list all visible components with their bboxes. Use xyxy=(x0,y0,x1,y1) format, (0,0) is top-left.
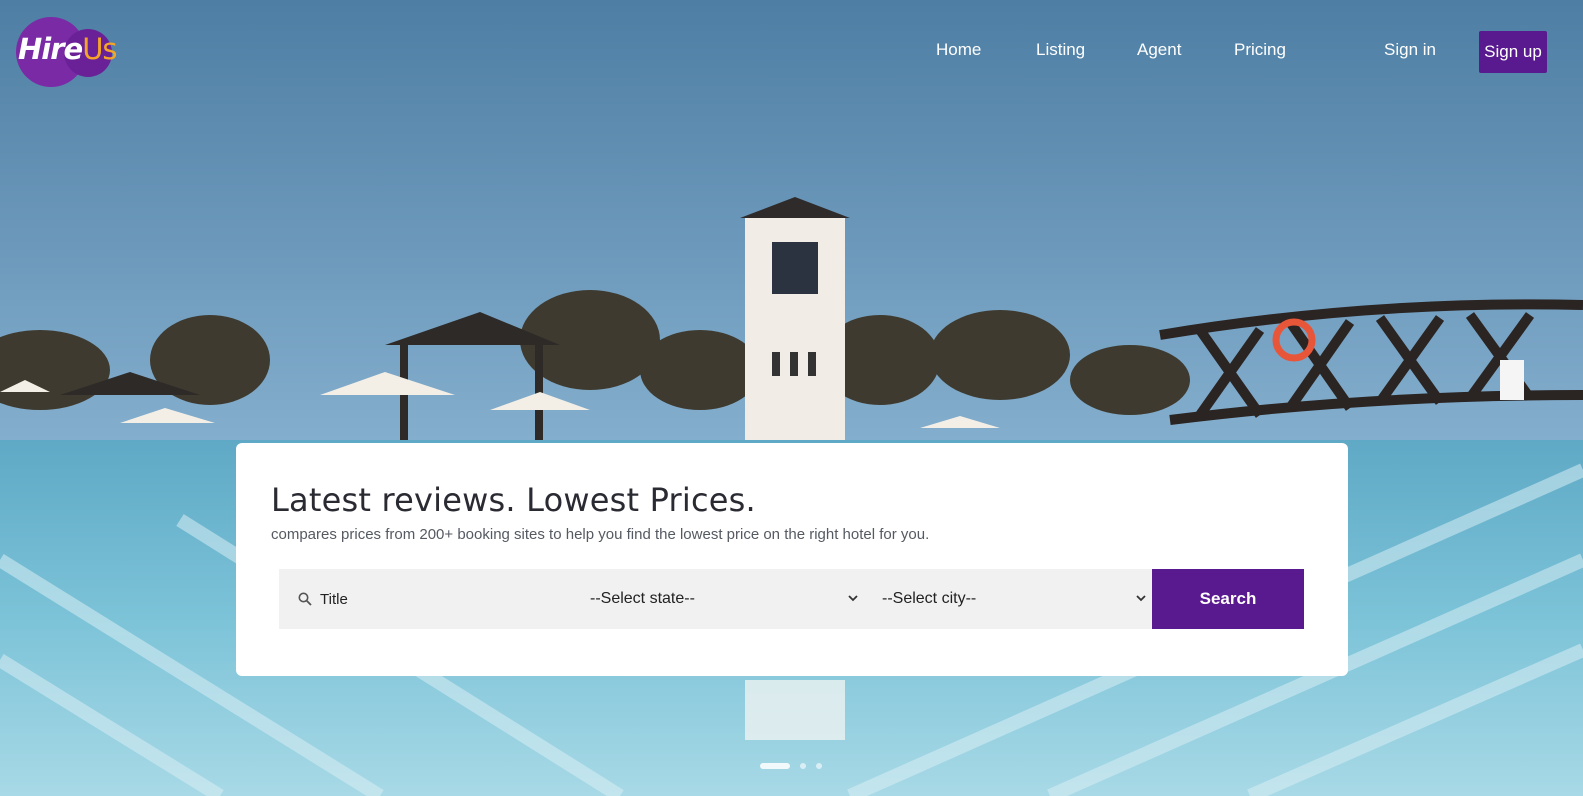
title-input[interactable]: Title xyxy=(279,569,569,629)
search-bar: Title --Select state-- --Select city-- S… xyxy=(279,569,1304,629)
city-select[interactable]: --Select city-- xyxy=(882,569,1148,629)
search-button[interactable]: Search xyxy=(1152,569,1304,629)
hero-subheadline: compares prices from 200+ booking sites … xyxy=(271,526,930,543)
search-icon xyxy=(298,592,312,606)
city-select-value: --Select city-- xyxy=(882,590,977,607)
nav-link-listing[interactable]: Listing xyxy=(1036,40,1085,60)
state-select[interactable]: --Select state-- xyxy=(590,569,860,629)
nav-link-agent[interactable]: Agent xyxy=(1137,40,1181,60)
search-card: Latest reviews. Lowest Prices. compares … xyxy=(236,443,1348,676)
signin-link[interactable]: Sign in xyxy=(1384,40,1436,60)
main-navigation: Home Listing Agent Pricing Sign in Sign … xyxy=(0,0,1583,100)
carousel-dot[interactable] xyxy=(760,763,790,769)
nav-link-home[interactable]: Home xyxy=(936,40,981,60)
state-select-value: --Select state-- xyxy=(590,590,695,607)
carousel-dot[interactable] xyxy=(800,763,806,769)
hero-image xyxy=(0,0,1583,796)
hero-headline: Latest reviews. Lowest Prices. xyxy=(271,481,756,519)
signup-button[interactable]: Sign up xyxy=(1479,31,1547,73)
chevron-down-icon xyxy=(848,595,858,602)
nav-link-pricing[interactable]: Pricing xyxy=(1234,40,1286,60)
carousel-dot[interactable] xyxy=(816,763,822,769)
chevron-down-icon xyxy=(1136,595,1146,602)
hero-background xyxy=(0,0,1583,796)
title-input-placeholder: Title xyxy=(320,590,348,608)
